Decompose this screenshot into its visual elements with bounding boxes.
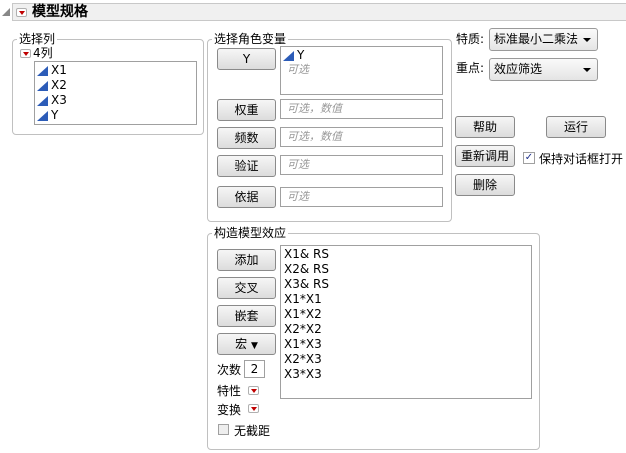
validation-button[interactable]: 验证 <box>217 155 276 177</box>
select-columns-label: 选择列 <box>17 32 58 46</box>
effects-list[interactable]: X1& RS X2& RS X3& RS X1*X1 X1*X2 X2*X2 X1*X3 X2… <box>280 245 532 399</box>
chevron-down-icon: ▼ <box>250 341 258 351</box>
roles-label: 选择角色变量 <box>212 32 289 46</box>
red-triangle-menu-icon[interactable] <box>16 8 27 17</box>
by-field[interactable]: 可选 <box>280 187 443 207</box>
degree-input[interactable]: 2 <box>244 360 265 378</box>
list-item[interactable]: Y <box>281 48 442 63</box>
keep-open-label[interactable]: 保持对话框打开 <box>539 150 623 167</box>
transform-label: 变换 <box>217 403 242 417</box>
columns-group-name: 4列 <box>33 46 53 60</box>
column-item[interactable]: X3 <box>35 93 196 108</box>
effect-item[interactable]: X1*X2 <box>281 307 531 322</box>
y-role-list[interactable]: Y 可选 <box>280 46 443 95</box>
disclosure-icon[interactable] <box>2 8 10 16</box>
weight-button[interactable]: 权重 <box>217 99 276 121</box>
personality-label: 特质: <box>456 32 485 46</box>
no-intercept-checkbox[interactable] <box>218 424 229 435</box>
effect-item[interactable]: X2*X3 <box>281 352 531 367</box>
page-title: 模型规格 <box>32 4 88 20</box>
header-bar <box>12 3 626 21</box>
attributes-label: 特性 <box>217 384 242 398</box>
emphasis-label: 重点: <box>456 61 485 75</box>
effect-item[interactable]: X1& RS <box>281 247 531 262</box>
transform-menu-icon[interactable] <box>248 404 259 413</box>
effect-item[interactable]: X3& RS <box>281 277 531 292</box>
chevron-down-icon <box>583 38 591 42</box>
columns-list[interactable]: X1 X2 X3 Y <box>34 61 197 125</box>
continuous-icon <box>283 50 294 61</box>
cross-button[interactable]: 交叉 <box>217 277 276 299</box>
y-button[interactable]: Y <box>217 48 276 70</box>
effect-item[interactable]: X1*X1 <box>281 292 531 307</box>
emphasis-select[interactable]: 效应筛选 <box>489 58 598 81</box>
nest-button[interactable]: 嵌套 <box>217 305 276 327</box>
effect-item[interactable]: X2*X2 <box>281 322 531 337</box>
remove-button[interactable]: 删除 <box>455 174 515 196</box>
continuous-icon <box>37 95 48 106</box>
effect-item[interactable]: X3*X3 <box>281 367 531 382</box>
no-intercept-label[interactable]: 无截距 <box>234 422 270 439</box>
macros-button[interactable]: 宏 ▼ <box>217 333 276 355</box>
keep-open-checkbox[interactable]: ✓ <box>523 152 535 164</box>
column-item[interactable]: Y <box>35 108 196 123</box>
continuous-icon <box>37 65 48 76</box>
recall-button[interactable]: 重新调用 <box>455 145 515 167</box>
effects-label: 构造模型效应 <box>212 226 289 240</box>
continuous-icon <box>37 110 48 121</box>
run-button[interactable]: 运行 <box>546 116 606 138</box>
by-button[interactable]: 依据 <box>217 186 276 208</box>
column-item[interactable]: X1 <box>35 63 196 78</box>
column-item[interactable]: X2 <box>35 78 196 93</box>
validation-field[interactable]: 可选 <box>280 155 443 175</box>
attributes-menu-icon[interactable] <box>248 386 259 395</box>
effect-item[interactable]: X2& RS <box>281 262 531 277</box>
weight-field[interactable]: 可选，数值 <box>280 99 443 119</box>
personality-select[interactable]: 标准最小二乘法 <box>489 28 598 51</box>
effect-item[interactable]: X1*X3 <box>281 337 531 352</box>
continuous-icon <box>37 80 48 91</box>
y-placeholder: 可选 <box>287 63 309 76</box>
chevron-down-icon <box>583 68 591 72</box>
add-button[interactable]: 添加 <box>217 249 276 271</box>
freq-button[interactable]: 频数 <box>217 127 276 149</box>
help-button[interactable]: 帮助 <box>455 116 515 138</box>
degree-label: 次数 <box>217 363 242 377</box>
freq-field[interactable]: 可选，数值 <box>280 127 443 147</box>
columns-menu-icon[interactable] <box>20 49 31 58</box>
